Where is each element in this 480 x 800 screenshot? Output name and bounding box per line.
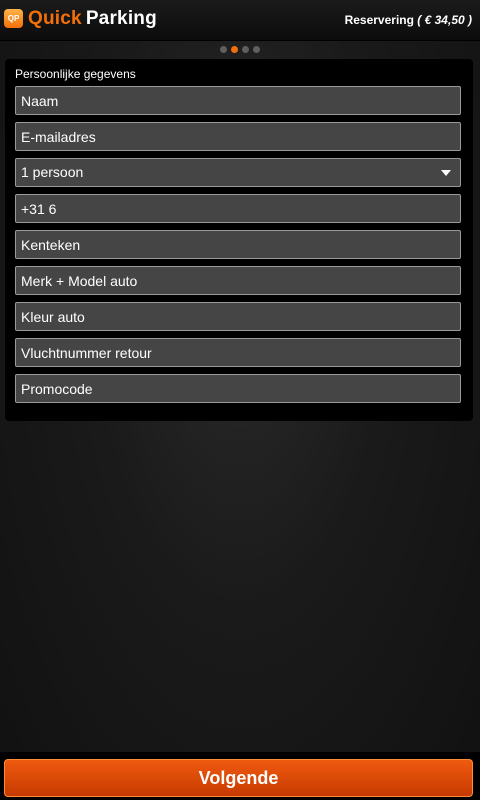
chevron-down-icon <box>441 170 451 176</box>
reservation-summary: Reservering ( € 34,50 ) <box>345 13 472 27</box>
footer-bar: Volgende <box>0 752 480 800</box>
return-flight-field[interactable] <box>15 338 461 367</box>
email-field[interactable] <box>15 122 461 151</box>
personal-details-panel: Persoonlijke gegevens 1 persoon <box>5 59 473 421</box>
page-dot-3 <box>242 46 249 53</box>
reservation-price: ( € 34,50 ) <box>417 13 472 27</box>
page-dot-4 <box>253 46 260 53</box>
promo-code-field[interactable] <box>15 374 461 403</box>
logo-text-quick: Quick <box>28 8 82 29</box>
quickparking-logo-icon: QP <box>4 9 23 28</box>
next-button[interactable]: Volgende <box>4 759 473 797</box>
page-indicator <box>0 45 480 55</box>
persons-select-value: 1 persoon <box>21 164 84 180</box>
app-logo: Quick Parking <box>28 8 157 30</box>
name-field[interactable] <box>15 86 461 115</box>
persons-select[interactable]: 1 persoon <box>15 158 461 187</box>
license-plate-field[interactable] <box>15 230 461 259</box>
logo-text-parking: Parking <box>85 8 157 29</box>
car-model-field[interactable] <box>15 266 461 295</box>
phone-field[interactable] <box>15 194 461 223</box>
page-dot-1 <box>220 46 227 53</box>
app-header: QP Quick Parking Reservering ( € 34,50 ) <box>0 0 480 41</box>
reservation-label: Reservering <box>344 13 414 27</box>
car-color-field[interactable] <box>15 302 461 331</box>
page-dot-2-active <box>231 46 238 53</box>
section-title: Persoonlijke gegevens <box>15 67 136 81</box>
